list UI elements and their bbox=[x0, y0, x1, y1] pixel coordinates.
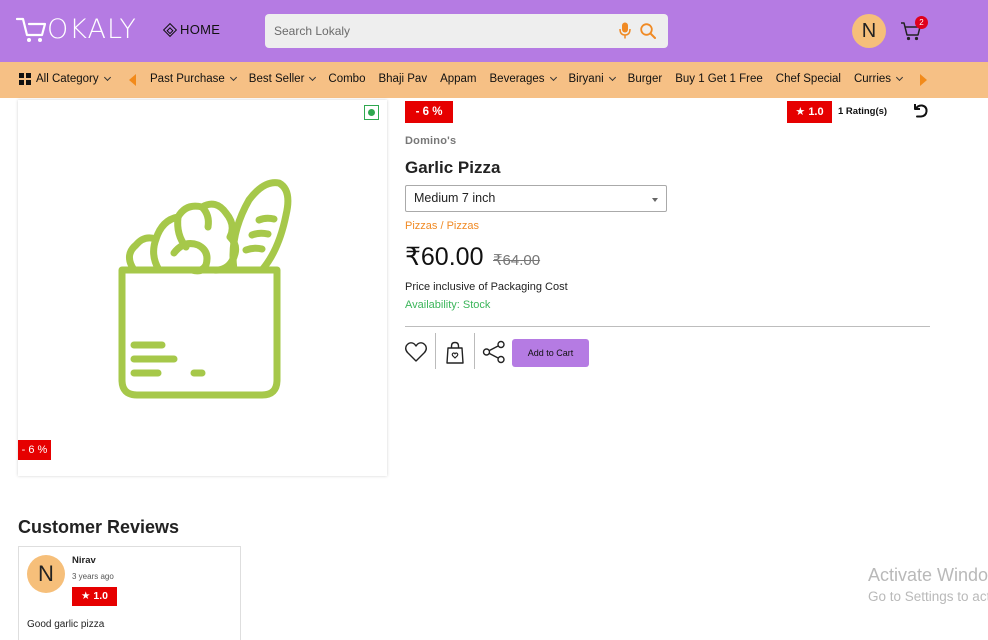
rating-count[interactable]: 1 Rating(s) bbox=[838, 106, 887, 117]
search-icon[interactable] bbox=[640, 23, 656, 39]
review-text: Good garlic pizza bbox=[27, 619, 105, 630]
image-discount-badge: - 6 % bbox=[18, 440, 51, 460]
category-item-label: Burger bbox=[627, 73, 663, 85]
category-item[interactable]: Burger bbox=[628, 73, 663, 85]
scroll-left-arrow-icon[interactable] bbox=[129, 74, 136, 86]
category-item[interactable]: Bhaji Pav bbox=[378, 73, 427, 85]
product-title: Garlic Pizza bbox=[405, 158, 501, 177]
star-icon: ★ bbox=[795, 106, 806, 118]
category-item-label: Curries bbox=[853, 73, 892, 85]
reviewer-avatar: N bbox=[27, 555, 65, 593]
category-item[interactable]: Curries bbox=[853, 73, 904, 85]
category-item[interactable]: Past Purchase bbox=[150, 73, 237, 85]
product-page: OKALY HOME N 2 bbox=[0, 0, 988, 640]
chevron-down-icon bbox=[103, 73, 111, 82]
availability-status: Availability: Stock bbox=[405, 299, 491, 311]
category-item-label: Beverages bbox=[489, 73, 545, 85]
divider bbox=[405, 326, 930, 327]
category-item-label: Biryani bbox=[568, 73, 604, 85]
top-header: OKALY HOME N 2 bbox=[0, 0, 988, 62]
category-item[interactable]: Biryani bbox=[568, 73, 616, 85]
search-input[interactable] bbox=[265, 14, 605, 48]
veg-indicator-icon bbox=[364, 105, 379, 120]
chevron-down-icon bbox=[549, 73, 557, 82]
category-item-label: Best Seller bbox=[248, 73, 305, 85]
review-rating-value: 1.0 bbox=[93, 590, 108, 602]
add-to-cart-button[interactable]: Add to Cart bbox=[512, 339, 589, 367]
home-label: HOME bbox=[180, 22, 221, 37]
chevron-down-icon bbox=[229, 73, 237, 82]
original-price: ₹64.00 bbox=[493, 252, 541, 269]
category-item[interactable]: Beverages bbox=[489, 73, 557, 85]
shopping-bag-icon[interactable] bbox=[445, 341, 465, 365]
home-diamond-icon bbox=[162, 22, 178, 37]
rating-value: 1.0 bbox=[808, 106, 824, 118]
user-avatar[interactable]: N bbox=[852, 14, 886, 48]
category-item-label: Buy 1 Get 1 Free bbox=[675, 73, 763, 85]
cart-count-badge: 2 bbox=[915, 16, 928, 29]
category-item[interactable]: Best Seller bbox=[248, 73, 317, 85]
review-time: 3 years ago bbox=[72, 572, 114, 581]
share-icon[interactable] bbox=[482, 340, 506, 364]
price-note: Price inclusive of Packaging Cost bbox=[405, 281, 568, 293]
all-category-label: All Category bbox=[36, 73, 99, 85]
grocery-bag-icon bbox=[118, 179, 292, 399]
category-item-label: Appam bbox=[440, 73, 477, 85]
category-bar: All Category Past Purchase Best Seller Com… bbox=[0, 62, 988, 98]
category-list: Past Purchase Best Seller Combo Bhaji Pav Ap… bbox=[150, 73, 920, 85]
category-item-label: Combo bbox=[328, 73, 366, 85]
scroll-right-arrow-icon[interactable] bbox=[920, 74, 927, 86]
category-item-label: Past Purchase bbox=[150, 73, 225, 85]
chevron-down-icon bbox=[608, 73, 616, 82]
rating-badge: ★ 1.0 bbox=[787, 101, 832, 123]
star-icon: ★ bbox=[81, 590, 91, 602]
logo-text: OKALY bbox=[47, 14, 137, 45]
cart-logo-icon bbox=[16, 17, 46, 42]
search-bar bbox=[265, 14, 668, 48]
category-item[interactable]: Combo bbox=[328, 73, 365, 85]
category-item[interactable]: Buy 1 Get 1 Free bbox=[675, 73, 763, 85]
review-rating-badge: ★ 1.0 bbox=[72, 587, 117, 606]
reviews-heading: Customer Reviews bbox=[18, 517, 180, 537]
back-arrow-icon[interactable] bbox=[911, 101, 929, 119]
category-item[interactable]: Appam bbox=[440, 73, 476, 85]
wishlist-heart-icon[interactable] bbox=[404, 341, 428, 363]
grid-icon bbox=[19, 73, 31, 85]
all-category-dropdown[interactable]: All Category bbox=[19, 73, 111, 85]
category-item-label: Bhaji Pav bbox=[378, 73, 428, 85]
lokaly-logo[interactable]: OKALY bbox=[16, 14, 137, 46]
caret-down-icon bbox=[652, 198, 658, 202]
home-link[interactable]: HOME bbox=[162, 22, 221, 37]
reviewer-name: Nirav bbox=[72, 555, 96, 566]
mic-icon[interactable] bbox=[619, 22, 631, 39]
chevron-down-icon bbox=[896, 73, 904, 82]
windows-activation-title: Activate Windows bbox=[868, 565, 988, 585]
variant-selected: Medium 7 inch bbox=[414, 191, 496, 205]
action-separator bbox=[474, 333, 475, 369]
category-item-label: Chef Special bbox=[775, 73, 841, 85]
selling-price: ₹60.00 bbox=[405, 243, 484, 271]
action-separator bbox=[435, 333, 436, 369]
chevron-down-icon bbox=[309, 73, 317, 82]
category-item[interactable]: Chef Special bbox=[776, 73, 841, 85]
product-brand[interactable]: Domino's bbox=[405, 135, 456, 147]
windows-activation-subtitle: Go to Settings to activate Windows. bbox=[868, 589, 988, 604]
review-card: N Nirav 3 years ago ★ 1.0 Good garlic pi… bbox=[18, 546, 241, 640]
variant-select[interactable]: Medium 7 inch bbox=[405, 185, 667, 212]
category-breadcrumb[interactable]: Pizzas / Pizzas bbox=[405, 220, 479, 232]
product-image-card: - 6 % bbox=[18, 100, 387, 476]
discount-badge: - 6 % bbox=[405, 101, 453, 123]
